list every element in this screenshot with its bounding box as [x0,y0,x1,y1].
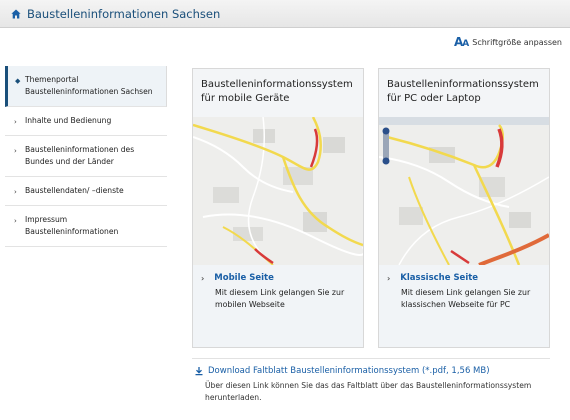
sidebar-item-label: Themenportal Baustelleninformationen Sac… [25,75,153,96]
sidebar-item-label: Baustelleninformationen des Bundes und d… [25,145,135,166]
download-icon [195,367,203,376]
sidebar-item-label: Inhalte und Bedienung [25,116,112,125]
diamond-bullet-icon: ◆ [15,77,21,85]
chevron-right-icon: › [14,118,17,126]
sidebar-item-baustellendaten[interactable]: › Baustellendaten/ –dienste [5,177,167,206]
card-link-row: › Mobile Seite Mit diesem Link gelangen … [193,269,363,311]
chevron-right-icon: › [201,273,205,283]
sidebar-item-themenportal[interactable]: ◆ Themenportal Baustelleninformationen S… [5,66,167,107]
chevron-right-icon: › [387,273,391,283]
card-description: Mit diesem Link gelangen Sie zur mobilen… [215,288,345,309]
sidebar-item-inhalte[interactable]: › Inhalte und Bedienung [5,107,167,136]
font-size-label[interactable]: Schriftgröße anpassen [472,38,562,47]
download-section: Download Faltblatt Baustelleninformation… [192,358,550,404]
download-link[interactable]: Download Faltblatt Baustelleninformation… [192,366,550,376]
sidebar-item-impressum[interactable]: › Impressum Baustelleninformationen [5,206,167,247]
link-label[interactable]: Klassische Seite [400,273,478,283]
download-link-label[interactable]: Download Faltblatt Baustelleninformation… [208,366,490,376]
map-zoom-control[interactable] [382,127,390,165]
page-title: Baustelleninformationen Sachsen [27,6,221,21]
font-size-control[interactable]: AA Schriftgröße anpassen [454,35,562,49]
chevron-right-icon: › [14,147,17,155]
card-title: Baustelleninformationssystem für PC oder… [379,69,549,117]
chevron-right-icon: › [14,188,17,196]
card-description: Mit diesem Link gelangen Sie zur klassis… [401,288,531,309]
download-description: Über diesen Link können Sie das das Falt… [205,381,532,402]
sidebar-item-label: Baustellendaten/ –dienste [25,186,124,195]
header-bar: Baustelleninformationen Sachsen [0,0,570,28]
card-title: Baustelleninformationssystem für mobile … [193,69,363,117]
mobile-page-link[interactable]: › Mobile Seite [201,273,357,283]
card-link-row: › Klassische Seite Mit diesem Link gelan… [379,269,549,311]
link-label[interactable]: Mobile Seite [214,273,274,283]
sidebar-nav: ◆ Themenportal Baustelleninformationen S… [5,66,167,247]
sidebar-item-bund-laender[interactable]: › Baustelleninformationen des Bundes und… [5,136,167,177]
card-pc: Baustelleninformationssystem für PC oder… [378,68,550,348]
card-mobile: Baustelleninformationssystem für mobile … [192,68,364,348]
chevron-right-icon: › [14,217,17,225]
map-preview-image[interactable] [379,117,549,265]
classic-page-link[interactable]: › Klassische Seite [387,273,543,283]
map-preview-image[interactable] [193,117,363,265]
home-icon[interactable] [11,9,21,19]
font-size-icon[interactable]: AA [454,35,469,49]
sidebar-item-label: Impressum Baustelleninformationen [25,215,119,236]
